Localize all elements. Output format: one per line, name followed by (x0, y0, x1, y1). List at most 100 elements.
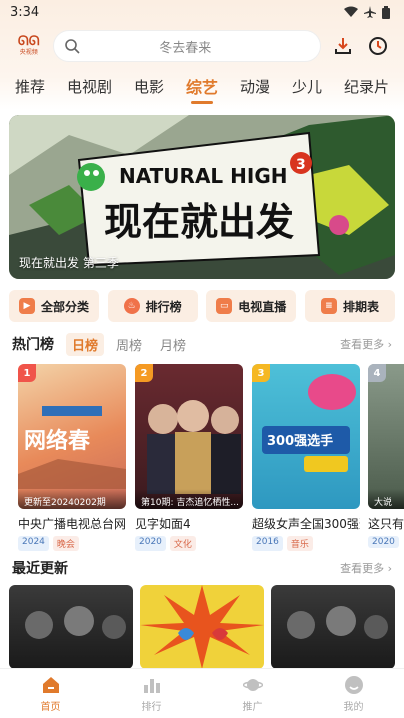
schedule-button[interactable]: ≡ 排期表 (304, 290, 395, 322)
poster: 网络春 1 更新至20240202期 (18, 364, 126, 509)
poster: 4 大说 (368, 364, 404, 509)
planet-icon (242, 678, 263, 691)
year-tag: 2016 (252, 536, 283, 551)
genre-tag: 音乐 (286, 536, 313, 551)
app-header: ᘏᘏ 央视频 冬去春来 (0, 28, 404, 64)
nav-label: 我的 (343, 701, 364, 713)
genre-tag: 晚会 (52, 536, 79, 551)
recent-more-link[interactable]: 查看更多 › (340, 560, 392, 576)
search-bar[interactable]: 冬去春来 (53, 30, 321, 62)
hot-card[interactable]: 2 第10期: 吉杰追忆栖性... 见字如面4 2020 文化 (135, 364, 243, 551)
app-logo[interactable]: ᘏᘏ 央视频 (12, 29, 45, 63)
card-title: 超级女声全国300强选手 (252, 517, 360, 531)
tab-monthly[interactable]: 月榜 (154, 333, 192, 356)
poster: 300强选手 3 (252, 364, 360, 509)
card-tags: 2016 音乐 (252, 536, 360, 551)
hot-list-title: 热门榜 (12, 337, 54, 353)
quick-link-label: 排期表 (342, 299, 379, 314)
tab-recommend[interactable]: 推荐 (15, 76, 45, 103)
status-bar: 3:34 (0, 0, 404, 24)
recent-list (0, 585, 404, 669)
search-placeholder: 冬去春来 (159, 40, 212, 56)
recent-title: 最近更新 (12, 561, 68, 577)
history-button[interactable] (365, 32, 393, 60)
hot-list-more-link[interactable]: 查看更多 › (340, 336, 392, 352)
ranking-icon (143, 678, 160, 693)
nav-profile[interactable]: 我的 (324, 675, 384, 713)
status-time: 3:34 (10, 4, 40, 20)
quick-link-label: 排行榜 (145, 299, 182, 314)
tab-movies[interactable]: 电影 (134, 76, 164, 103)
card-title: 见字如面4 (135, 517, 191, 531)
tab-daily[interactable]: 日榜 (66, 332, 105, 356)
poster-art: 网络春 (18, 406, 126, 489)
download-button[interactable] (329, 32, 357, 60)
nav-home[interactable]: 首页 (21, 675, 81, 713)
poster-art (147, 400, 241, 494)
genre-tag: 文化 (169, 536, 196, 551)
card-title: 这只有 (368, 517, 404, 531)
logo-text: 央视频 (19, 49, 38, 56)
poster-caption: 更新至20240202期 (18, 489, 126, 509)
nav-label: 首页 (40, 701, 61, 713)
quick-link-label: 全部分类 (40, 299, 89, 314)
nav-label: 排行 (141, 701, 162, 713)
play-icon: ▶ (18, 298, 35, 314)
nav-promotion[interactable]: 推广 (223, 675, 283, 713)
quick-links: ▶ 全部分类 ♨ 排行榜 ▭ 电视直播 ≡ 排期表 (9, 290, 395, 322)
tab-kids[interactable]: 少儿 (292, 76, 322, 103)
recent-item[interactable] (9, 585, 133, 669)
featured-banner[interactable]: NATURAL HIGH 3 现在就出发 现在就出发 第三季 (9, 115, 395, 279)
schedule-icon: ≡ (320, 298, 337, 314)
recent-thumb-art (25, 606, 126, 639)
battery-icon (382, 5, 390, 19)
tab-weekly[interactable]: 周榜 (110, 333, 148, 356)
recent-item[interactable] (271, 585, 395, 669)
recent-thumb-art (287, 606, 388, 639)
banner-art-text: NATURAL HIGH (119, 164, 287, 188)
banner-caption: 现在就出发 第三季 (19, 256, 119, 270)
poster-caption: 大说 (368, 489, 404, 509)
banner-art-title: 现在就出发 (104, 200, 294, 244)
all-categories-button[interactable]: ▶ 全部分类 (9, 290, 99, 322)
poster-art-text: 网络春 (24, 428, 90, 454)
flame-icon: ♨ (123, 298, 140, 314)
poster-art: 300强选手 (262, 374, 356, 472)
rank-badge: 2 (135, 364, 153, 382)
recent-header: 最近更新 查看更多 › (12, 556, 392, 580)
card-title: 中央广播电视总台网络春晚 (18, 517, 126, 531)
hot-card[interactable]: 300强选手 3 超级女声全国300强选手 2016 音乐 (252, 364, 360, 551)
bottom-nav: 首页 排行 推广 我的 (0, 668, 404, 718)
nav-ranking[interactable]: 排行 (122, 675, 182, 713)
poster-art-text: 300强选手 (267, 433, 333, 449)
tv-live-button[interactable]: ▭ 电视直播 (206, 290, 297, 322)
poster: 2 第10期: 吉杰追忆栖性... (135, 364, 243, 509)
hot-list-cards: 网络春 1 更新至20240202期 中央广播电视总台网络春晚 2024 晚会 … (0, 364, 404, 554)
home-icon (42, 676, 59, 693)
recent-item[interactable] (140, 585, 264, 669)
tab-documentary[interactable]: 纪录片 (344, 76, 389, 103)
quick-link-label: 电视直播 (238, 299, 287, 314)
nav-label: 推广 (242, 701, 263, 713)
ranking-button[interactable]: ♨ 排行榜 (107, 290, 198, 322)
recent-thumb-art (140, 585, 264, 669)
wifi-icon (344, 6, 358, 17)
year-tag: 2024 (18, 536, 49, 551)
year-tag: 2020 (368, 536, 399, 548)
card-tags: 2020 (368, 536, 404, 548)
tab-anime[interactable]: 动漫 (240, 76, 270, 103)
poster-caption: 第10期: 吉杰追忆栖性... (135, 489, 243, 509)
search-icon (65, 39, 80, 54)
card-tags: 2020 文化 (135, 536, 243, 551)
category-tabs: 推荐 电视剧 电影 综艺 动漫 少儿 纪录片 (0, 72, 404, 106)
rank-badge: 3 (252, 364, 270, 382)
clock-icon (369, 37, 388, 55)
download-icon (334, 38, 351, 54)
tab-tv-series[interactable]: 电视剧 (67, 76, 112, 103)
status-icons (344, 5, 390, 19)
profile-icon (344, 675, 363, 694)
hot-card[interactable]: 4 大说 这只有 2020 (368, 364, 404, 548)
hot-card[interactable]: 网络春 1 更新至20240202期 中央广播电视总台网络春晚 2024 晚会 (18, 364, 126, 551)
tv-icon: ▭ (216, 298, 233, 314)
tab-variety[interactable]: 综艺 (186, 74, 218, 104)
